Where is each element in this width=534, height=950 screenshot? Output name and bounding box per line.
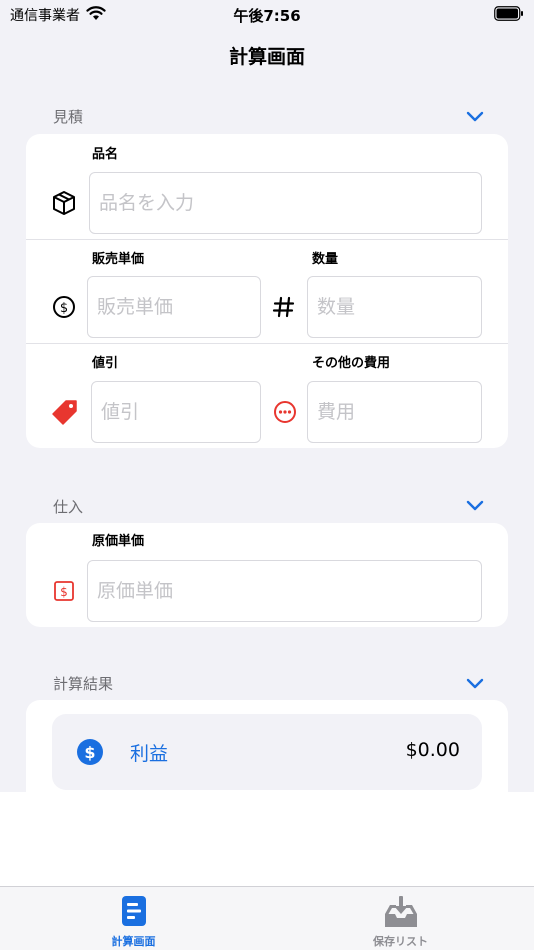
quantity-label: 数量 [312, 252, 339, 267]
calculator-doc-icon [121, 896, 146, 926]
tray-download-icon [384, 896, 417, 927]
tab-calculator-label: 計算画面 [111, 935, 156, 948]
tab-calculator[interactable]: 計算画面 [0, 887, 267, 950]
item-name-label: 品名 [92, 147, 119, 162]
profit-label: 利益 [130, 743, 169, 765]
quantity-input[interactable] [307, 276, 482, 338]
status-time: 午後7:56 [233, 7, 301, 25]
profit-value: $0.00 [405, 739, 460, 761]
other-cost-label: その他の費用 [312, 356, 391, 371]
chevron-down-icon[interactable] [466, 111, 484, 123]
dollar-circle-icon: $ [53, 296, 75, 318]
cost-price-input[interactable] [87, 560, 482, 622]
dollar-square-icon: $ [54, 581, 74, 601]
estimate-card: 品名 販売単価 $ 数量 値引 その他の費用 [26, 134, 508, 448]
status-bar: 通信事業者 午後7:56 [0, 0, 534, 30]
svg-text:$: $ [84, 743, 95, 762]
tag-icon [52, 400, 77, 425]
box-icon [53, 191, 75, 215]
page-title: 計算画面 [228, 46, 305, 68]
tab-saved-list[interactable]: 保存リスト [267, 887, 534, 950]
divider [26, 239, 508, 240]
unit-price-input[interactable] [87, 276, 261, 338]
content-bottom-area [0, 792, 534, 888]
battery-icon [494, 6, 523, 21]
section-header-estimate: 見積 [53, 108, 84, 126]
section-header-purchase: 仕入 [53, 498, 84, 516]
chevron-down-icon[interactable] [466, 500, 484, 512]
dollar-circle-fill-icon: $ [77, 739, 103, 765]
results-card: $ 利益 $0.00 [26, 700, 508, 800]
svg-text:$: $ [60, 301, 68, 316]
tab-saved-list-label: 保存リスト [373, 935, 428, 948]
item-name-input[interactable] [89, 172, 482, 234]
profit-row[interactable]: $ 利益 $0.00 [52, 714, 482, 790]
purchase-card: 原価単価 $ [26, 523, 508, 627]
other-cost-input[interactable] [307, 381, 482, 443]
hash-icon [272, 296, 295, 318]
section-header-results: 計算結果 [53, 675, 114, 693]
discount-input[interactable] [91, 381, 261, 443]
divider [26, 343, 508, 344]
unit-price-label: 販売単価 [92, 252, 145, 267]
ellipsis-circle-icon [274, 401, 296, 423]
svg-text:$: $ [60, 585, 68, 599]
tab-bar: 計算画面 保存リスト [0, 886, 534, 950]
cost-price-label: 原価単価 [92, 534, 145, 549]
discount-label: 値引 [92, 356, 119, 371]
chevron-down-icon[interactable] [466, 678, 484, 690]
